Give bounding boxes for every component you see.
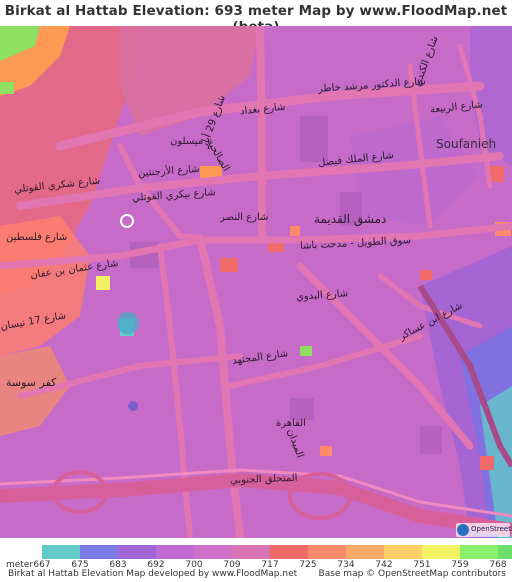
legend-swatch xyxy=(156,545,194,559)
building xyxy=(420,426,442,454)
footer-attribution: Base map © OpenStreetMap contributors xyxy=(318,569,506,579)
legend-swatch xyxy=(80,545,118,559)
footer: Birkat al Hattab Elevation Map developed… xyxy=(0,569,512,582)
building xyxy=(290,398,314,420)
legend-swatch xyxy=(422,545,460,559)
legend-swatch xyxy=(42,545,80,559)
patch xyxy=(490,166,504,182)
elevation-legend: meter 667 675 683 692 700 709 717 725 734 742 751 7… xyxy=(0,541,512,571)
patch xyxy=(300,346,312,356)
osm-badge-label: OpenStreetMap xyxy=(471,525,512,533)
legend-swatch xyxy=(384,545,422,559)
title-bar: Birkat al Hattab Elevation: 693 meter Ma… xyxy=(0,0,512,35)
openstreetmap-icon xyxy=(457,524,469,536)
building xyxy=(300,116,328,162)
street-label: شارع فلسطين xyxy=(6,232,68,243)
patch xyxy=(420,270,432,280)
patch xyxy=(320,446,332,456)
legend-swatch xyxy=(346,545,384,559)
street-label: كفر سوسة xyxy=(6,376,57,389)
legend-swatch xyxy=(498,545,512,559)
street-label: المتحلق الجنوبي xyxy=(229,472,298,487)
patch xyxy=(220,258,238,272)
patch xyxy=(480,456,494,470)
legend-swatch xyxy=(270,545,308,559)
patch xyxy=(0,82,14,94)
street-label: ميسلون xyxy=(170,136,204,147)
map-canvas[interactable] xyxy=(0,26,512,538)
legend-swatch xyxy=(232,545,270,559)
roundabout xyxy=(128,401,138,411)
patch xyxy=(96,276,110,290)
street-label: شارع النصر xyxy=(220,212,269,223)
legend-swatch xyxy=(194,545,232,559)
legend-swatch xyxy=(460,545,498,559)
osm-badge: OpenStreetMap xyxy=(456,523,512,537)
place-label: Soufanieh xyxy=(436,137,497,151)
patch xyxy=(290,226,300,236)
footer-credit: Birkat al Hattab Elevation Map developed… xyxy=(8,569,298,579)
street-label: القاهرة xyxy=(276,418,306,429)
elevation-map[interactable]: Soufanieh شارع بغداد شارع الدكتور مرشد خ… xyxy=(0,26,512,538)
roundabout xyxy=(117,312,139,334)
legend-swatch xyxy=(118,545,156,559)
street-label: دمشق القديمة xyxy=(314,212,387,226)
legend-swatch xyxy=(308,545,346,559)
